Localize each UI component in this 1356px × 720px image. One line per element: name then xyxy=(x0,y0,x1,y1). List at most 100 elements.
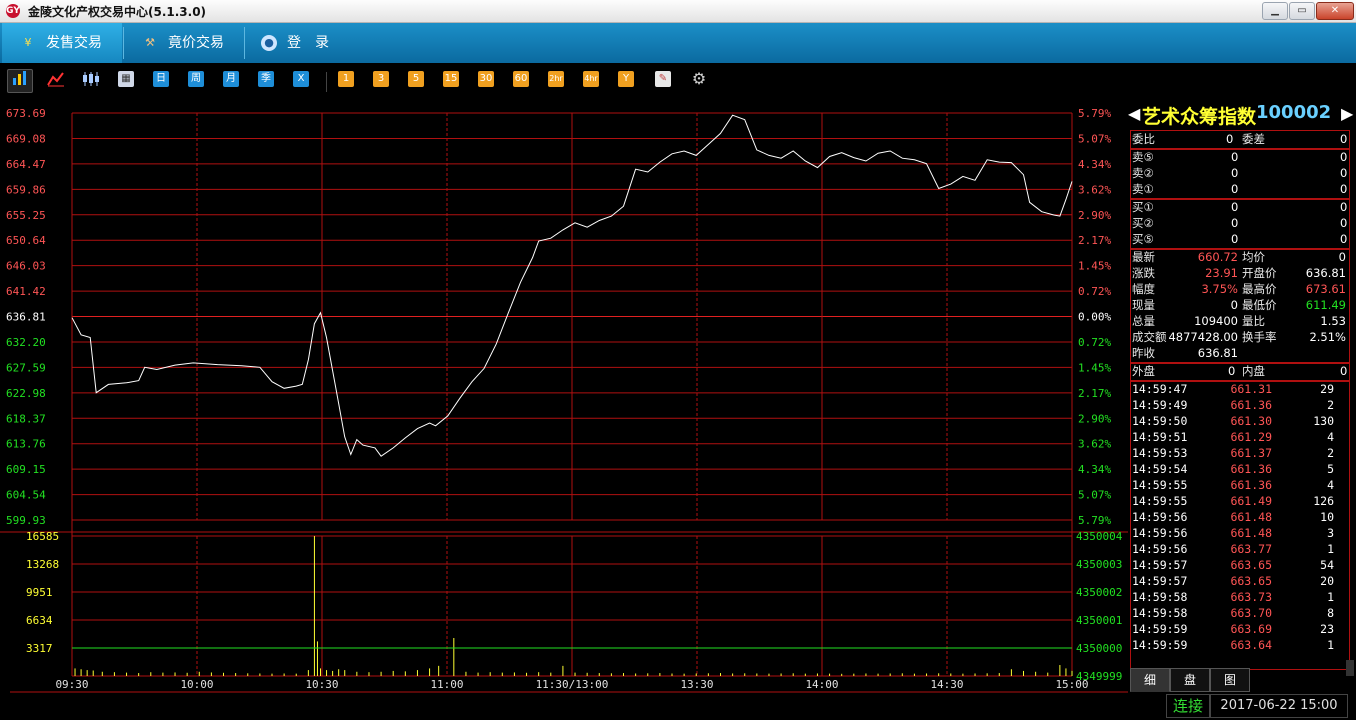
stat-value: 673.61 xyxy=(1305,282,1346,296)
pct-tick-label: 5.07% xyxy=(1078,132,1111,145)
time-tick-label: 11:00 xyxy=(430,678,463,691)
user-icon: ● xyxy=(261,35,277,51)
stat-value: 611.49 xyxy=(1305,298,1346,312)
quote-code: 100002 xyxy=(1256,102,1332,123)
tick-price: 663.69 xyxy=(1230,622,1272,636)
window-title: 金陵文化产权交易中心(5.1.3.0) xyxy=(28,5,207,19)
stat-value: 0 xyxy=(1338,250,1346,264)
minute-1-button[interactable]: 1 xyxy=(338,71,354,87)
year-button[interactable]: Y xyxy=(618,71,634,87)
order-volume: 0 xyxy=(1340,150,1348,164)
price-tick-label: 646.03 xyxy=(6,260,46,273)
tab-sale-trading[interactable]: ¥ 发售交易 xyxy=(2,23,122,63)
tick-volume: 8 xyxy=(1327,606,1334,620)
tick-price: 661.48 xyxy=(1230,510,1272,524)
minute-15-button[interactable]: 15 xyxy=(443,71,459,87)
hour-2-button[interactable]: 2hr xyxy=(548,71,564,87)
stat-label: 现量 xyxy=(1132,298,1155,312)
minute-3-button[interactable]: 3 xyxy=(373,71,389,87)
minute-60-button[interactable]: 60 xyxy=(513,71,529,87)
tab-auction-trading[interactable]: ⚒ 竟价交易 xyxy=(124,23,244,63)
minimize-button[interactable]: ▁ xyxy=(1262,2,1288,20)
pct-tick-label: 5.79% xyxy=(1078,107,1111,120)
price-tick-label: 609.15 xyxy=(6,463,46,476)
sell-row: 卖① 0 0 xyxy=(1130,181,1348,197)
app-logo-icon: GY xyxy=(6,4,20,18)
pct-tick-label: 2.90% xyxy=(1078,209,1111,222)
pct-tick-label: 4.34% xyxy=(1078,463,1111,476)
period-month-button[interactable]: 月 xyxy=(223,71,239,87)
price-tick-label: 599.93 xyxy=(6,514,46,527)
tick-row: 14:59:51 661.29 4 xyxy=(1130,429,1348,445)
period-day-button[interactable]: 日 xyxy=(153,71,169,87)
price-tick-label: 669.08 xyxy=(6,132,46,145)
time-tick-label: 10:30 xyxy=(305,678,338,691)
settings-button[interactable]: ⚙ xyxy=(690,71,708,87)
stat-label: 总量 xyxy=(1132,314,1155,328)
tick-price: 661.29 xyxy=(1230,430,1272,444)
sell-row: 卖⑤ 0 0 xyxy=(1130,149,1348,165)
stat-value: 2.51% xyxy=(1309,330,1346,344)
maximize-button[interactable]: ▭ xyxy=(1289,2,1315,20)
period-x-button[interactable]: X xyxy=(293,71,309,87)
tick-time: 14:59:49 xyxy=(1132,398,1188,412)
pct-tick-label: 0.72% xyxy=(1078,285,1111,298)
volume-tick-label: 13268 xyxy=(26,558,59,571)
volume-right-tick-label: 4350001 xyxy=(1076,614,1122,627)
calendar-button[interactable]: ▦ xyxy=(118,71,134,87)
close-button[interactable]: ✕ xyxy=(1316,2,1354,20)
tick-volume: 5 xyxy=(1327,462,1334,476)
order-volume: 0 xyxy=(1340,232,1348,246)
bar-chart-button[interactable] xyxy=(7,69,33,93)
tick-volume: 1 xyxy=(1327,638,1334,652)
stat-value: 109400 xyxy=(1194,314,1238,328)
tick-volume: 130 xyxy=(1313,414,1334,428)
tick-volume: 23 xyxy=(1320,622,1334,636)
connection-status[interactable]: 连接 xyxy=(1166,694,1210,718)
buy-row: 买⑤ 0 0 xyxy=(1130,231,1348,247)
line-chart-button[interactable] xyxy=(46,71,66,87)
tab-orderbook[interactable]: 盘 xyxy=(1170,668,1210,692)
next-symbol-icon[interactable]: ▶ xyxy=(1341,104,1353,123)
stat-row: 总量 109400 量比 1.53 xyxy=(1130,313,1348,329)
order-volume: 0 xyxy=(1340,182,1348,196)
tick-time: 14:59:58 xyxy=(1132,606,1188,620)
order-volume: 0 xyxy=(1340,200,1348,214)
minute-30-button[interactable]: 30 xyxy=(478,71,494,87)
pct-tick-label: 5.79% xyxy=(1078,514,1111,527)
order-price: 0 xyxy=(1231,216,1239,230)
tick-volume: 4 xyxy=(1327,478,1334,492)
tick-price: 661.36 xyxy=(1230,398,1272,412)
sell-row: 卖② 0 0 xyxy=(1130,165,1348,181)
time-tick-label: 15:00 xyxy=(1055,678,1088,691)
stat-value: 0 xyxy=(1230,298,1238,312)
tick-row: 14:59:58 663.70 8 xyxy=(1130,605,1348,621)
hour-4-button[interactable]: 4hr xyxy=(583,71,599,87)
period-quarter-button[interactable]: 季 xyxy=(258,71,274,87)
pct-tick-label: 5.07% xyxy=(1078,489,1111,502)
tab-detail[interactable]: 细 xyxy=(1130,668,1170,692)
tab-login[interactable]: ● 登 录 xyxy=(245,23,355,63)
stat-value: 3.75% xyxy=(1201,282,1238,296)
price-tick-label: 641.42 xyxy=(6,285,46,298)
tick-time: 14:59:59 xyxy=(1132,638,1188,652)
draw-tool-button[interactable]: ✎ xyxy=(655,71,671,87)
period-week-button[interactable]: 周 xyxy=(188,71,204,87)
stat-row: 最新 660.72 均价 0 xyxy=(1130,249,1348,265)
candlestick-button[interactable] xyxy=(80,71,102,87)
minute-5-button[interactable]: 5 xyxy=(408,71,424,87)
tick-time: 14:59:56 xyxy=(1132,510,1188,524)
price-tick-label: 627.59 xyxy=(6,361,46,374)
prev-symbol-icon[interactable]: ◀ xyxy=(1128,104,1140,123)
tick-price: 663.65 xyxy=(1230,558,1272,572)
quote-panel: ◀ 艺术众筹指数 100002 ▶ 委比 0 委差 0 外盘 0 内盘 0 卖⑤… xyxy=(1128,100,1356,718)
tab-chart[interactable]: 图 xyxy=(1210,668,1250,692)
tick-price: 661.31 xyxy=(1230,382,1272,396)
pct-tick-label: 2.90% xyxy=(1078,412,1111,425)
stat-value: 23.91 xyxy=(1205,266,1238,280)
stat-value: 636.81 xyxy=(1197,346,1238,360)
intraday-chart[interactable]: 673.69 5.79% 669.08 5.07% 664.47 4.34% 659.86 3… xyxy=(0,100,1128,698)
pct-tick-label: 1.45% xyxy=(1078,260,1111,273)
time-tick-label: 13:30 xyxy=(680,678,713,691)
pct-tick-label: 2.17% xyxy=(1078,234,1111,247)
